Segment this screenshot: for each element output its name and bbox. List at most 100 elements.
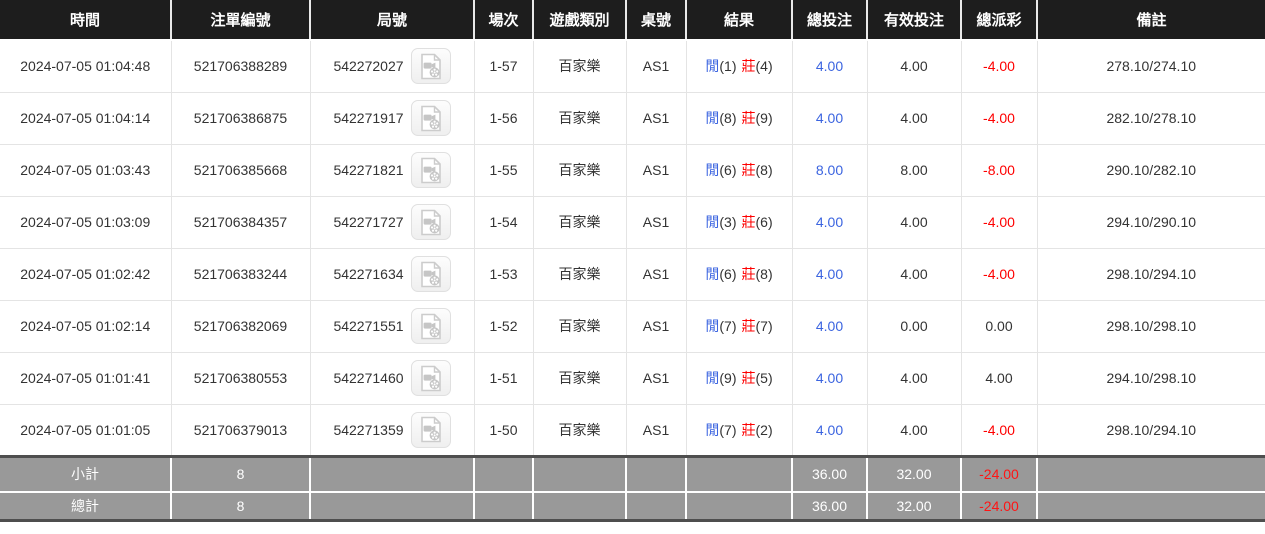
col-header-bet-id: 注單編號 — [171, 0, 310, 40]
col-header-time: 時間 — [0, 0, 171, 40]
summary-row: 總計 8 36.00 32.00 -24.00 — [0, 492, 1265, 520]
bet-history-table: 時間 注單編號 局號 場次 遊戲類別 桌號 結果 總投注 有效投注 總派彩 備註… — [0, 0, 1265, 522]
cell-session: 1-53 — [474, 248, 533, 300]
cell-result: 閒(7)莊(2) — [686, 404, 792, 456]
cell-total-bet[interactable]: 4.00 — [792, 248, 867, 300]
result-banker-label: 莊 — [742, 266, 756, 282]
result-player-label: 閒 — [705, 162, 719, 178]
cell-total-payout: -4.00 — [961, 92, 1037, 144]
table-row: 2024-07-05 01:01:05 521706379013 5422713… — [0, 404, 1265, 456]
video-replay-button[interactable] — [411, 412, 451, 448]
cell-bet-id: 521706385668 — [171, 144, 310, 196]
result-player-label: 閒 — [705, 422, 719, 438]
video-replay-button[interactable] — [411, 100, 451, 136]
cell-table-no: AS1 — [626, 404, 686, 456]
cell-table-no: AS1 — [626, 300, 686, 352]
result-banker-value: (5) — [756, 370, 773, 386]
video-replay-button[interactable] — [411, 360, 451, 396]
cell-bet-id: 521706388289 — [171, 40, 310, 92]
video-replay-button[interactable] — [411, 152, 451, 188]
cell-result: 閒(6)莊(8) — [686, 144, 792, 196]
video-replay-button[interactable] — [411, 48, 451, 84]
cell-game-type: 百家樂 — [533, 92, 626, 144]
cell-bet-id: 521706386875 — [171, 92, 310, 144]
result-player-label: 閒 — [705, 318, 719, 334]
round-id-text: 542271917 — [333, 110, 403, 126]
video-file-icon — [419, 157, 443, 184]
result-banker-label: 莊 — [742, 110, 756, 126]
cell-remark: 298.10/294.10 — [1037, 404, 1265, 456]
cell-time: 2024-07-05 01:04:14 — [0, 92, 171, 144]
table-row: 2024-07-05 01:02:42 521706383244 5422716… — [0, 248, 1265, 300]
result-player-label: 閒 — [705, 110, 719, 126]
result-banker-label: 莊 — [742, 58, 756, 74]
cell-result: 閒(7)莊(7) — [686, 300, 792, 352]
col-header-total-bet: 總投注 — [792, 0, 867, 40]
cell-total-bet[interactable]: 4.00 — [792, 300, 867, 352]
result-player-value: (9) — [719, 370, 736, 386]
table-row: 2024-07-05 01:04:48 521706388289 5422720… — [0, 40, 1265, 92]
cell-total-payout: 4.00 — [961, 352, 1037, 404]
cell-total-bet[interactable]: 4.00 — [792, 196, 867, 248]
round-id-text: 542271727 — [333, 214, 403, 230]
summary-label: 總計 — [0, 492, 171, 520]
cell-result: 閒(1)莊(4) — [686, 40, 792, 92]
cell-valid-bet: 4.00 — [867, 40, 961, 92]
cell-total-bet[interactable]: 4.00 — [792, 352, 867, 404]
round-id-text: 542271460 — [333, 370, 403, 386]
video-file-icon — [419, 416, 443, 443]
round-id-text: 542271634 — [333, 266, 403, 282]
table-row: 2024-07-05 01:01:41 521706380553 5422714… — [0, 352, 1265, 404]
result-player-value: (6) — [719, 266, 736, 282]
cell-game-type: 百家樂 — [533, 404, 626, 456]
cell-remark: 294.10/298.10 — [1037, 352, 1265, 404]
cell-total-payout: -4.00 — [961, 248, 1037, 300]
summary-valid-bet: 32.00 — [867, 492, 961, 520]
cell-valid-bet: 4.00 — [867, 196, 961, 248]
result-player-value: (7) — [719, 422, 736, 438]
result-banker-label: 莊 — [742, 370, 756, 386]
result-player-value: (6) — [719, 162, 736, 178]
result-banker-value: (7) — [756, 318, 773, 334]
cell-game-type: 百家樂 — [533, 352, 626, 404]
table-header-row: 時間 注單編號 局號 場次 遊戲類別 桌號 結果 總投注 有效投注 總派彩 備註 — [0, 0, 1265, 40]
col-header-session: 場次 — [474, 0, 533, 40]
video-file-icon — [419, 209, 443, 236]
cell-table-no: AS1 — [626, 352, 686, 404]
cell-total-payout: -4.00 — [961, 40, 1037, 92]
cell-round-id: 542271359 — [310, 404, 474, 456]
cell-time: 2024-07-05 01:01:05 — [0, 404, 171, 456]
cell-round-id: 542271551 — [310, 300, 474, 352]
result-player-label: 閒 — [705, 370, 719, 386]
cell-total-bet[interactable]: 4.00 — [792, 404, 867, 456]
video-file-icon — [419, 53, 443, 80]
cell-time: 2024-07-05 01:04:48 — [0, 40, 171, 92]
cell-session: 1-57 — [474, 40, 533, 92]
cell-total-bet[interactable]: 8.00 — [792, 144, 867, 196]
result-banker-value: (2) — [756, 422, 773, 438]
cell-game-type: 百家樂 — [533, 144, 626, 196]
cell-total-bet[interactable]: 4.00 — [792, 92, 867, 144]
round-id-text: 542271359 — [333, 422, 403, 438]
cell-round-id: 542271821 — [310, 144, 474, 196]
cell-total-bet[interactable]: 4.00 — [792, 40, 867, 92]
table-footer: 小計 8 36.00 32.00 -24.00 總計 8 36.00 32.00… — [0, 456, 1265, 520]
cell-remark: 282.10/278.10 — [1037, 92, 1265, 144]
video-replay-button[interactable] — [411, 204, 451, 240]
video-file-icon — [419, 365, 443, 392]
cell-total-payout: -4.00 — [961, 196, 1037, 248]
cell-table-no: AS1 — [626, 144, 686, 196]
cell-bet-id: 521706380553 — [171, 352, 310, 404]
cell-game-type: 百家樂 — [533, 40, 626, 92]
cell-result: 閒(6)莊(8) — [686, 248, 792, 300]
col-header-valid-bet: 有效投注 — [867, 0, 961, 40]
video-replay-button[interactable] — [411, 308, 451, 344]
result-banker-label: 莊 — [742, 162, 756, 178]
video-replay-button[interactable] — [411, 256, 451, 292]
summary-valid-bet: 32.00 — [867, 456, 961, 492]
cell-time: 2024-07-05 01:02:14 — [0, 300, 171, 352]
cell-time: 2024-07-05 01:02:42 — [0, 248, 171, 300]
cell-session: 1-50 — [474, 404, 533, 456]
table-body: 2024-07-05 01:04:48 521706388289 5422720… — [0, 40, 1265, 456]
cell-round-id: 542272027 — [310, 40, 474, 92]
